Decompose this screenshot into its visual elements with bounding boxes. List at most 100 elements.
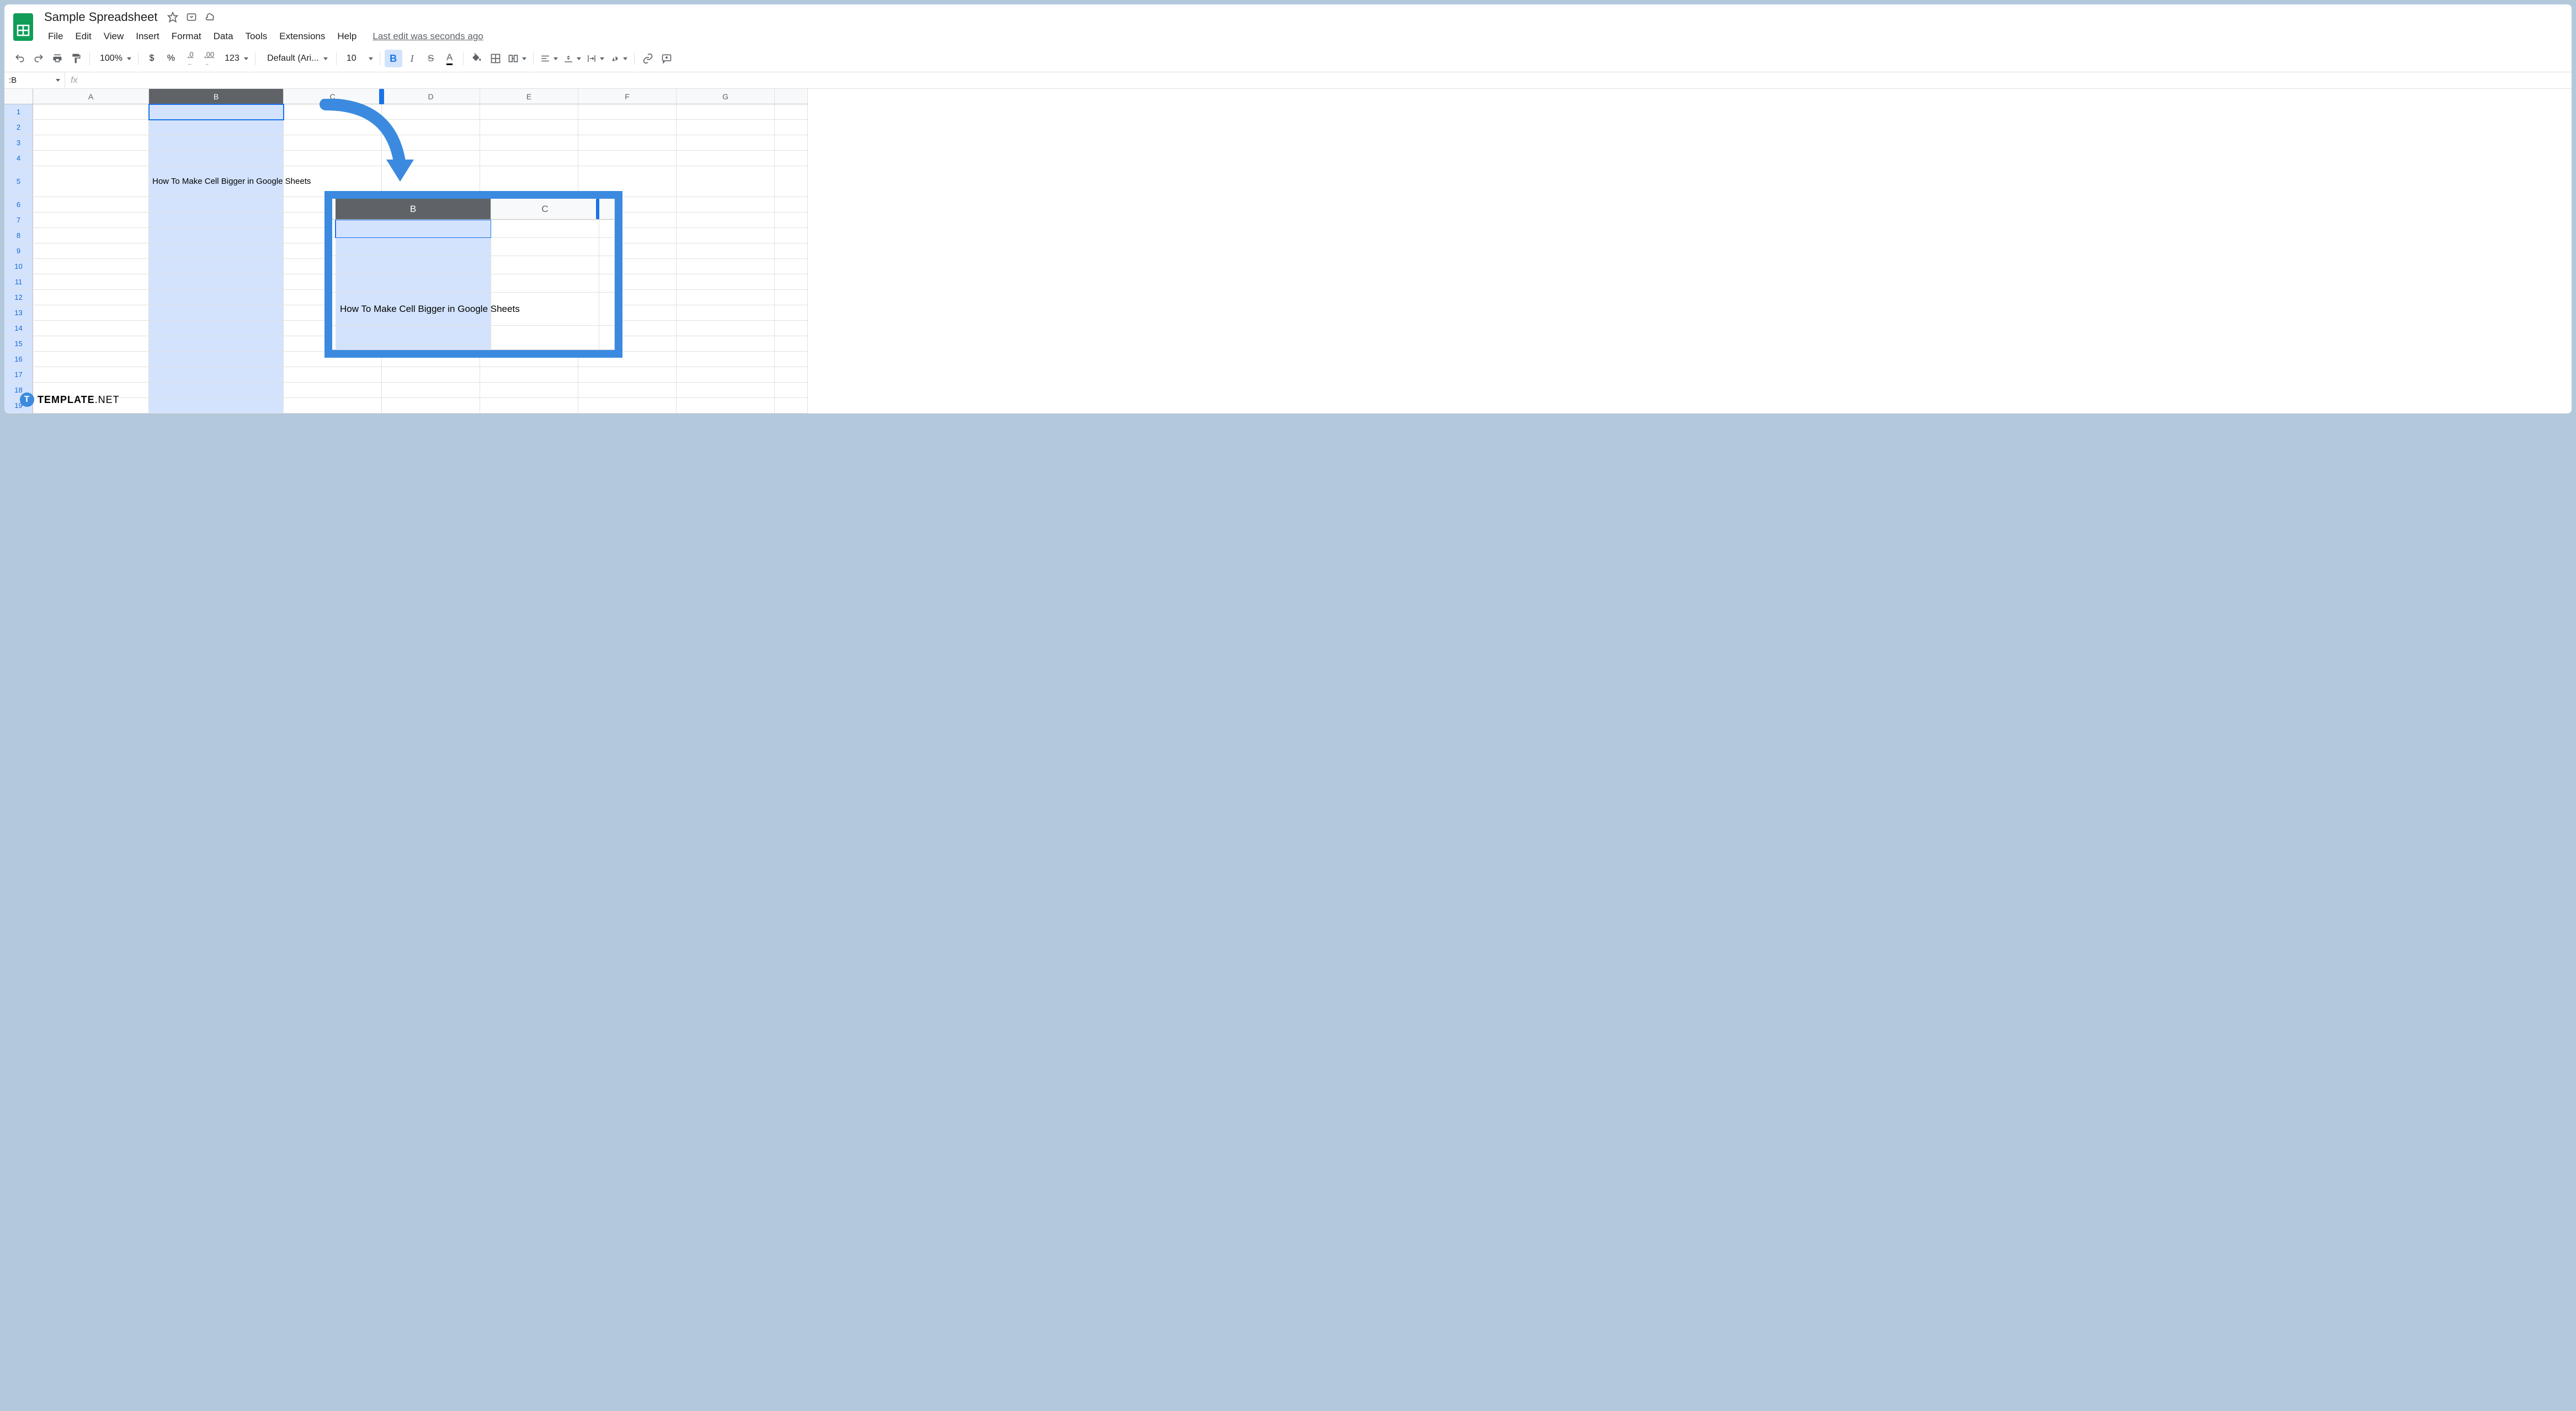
- row-header[interactable]: 1: [4, 104, 33, 120]
- menu-data[interactable]: Data: [207, 28, 239, 45]
- currency-button[interactable]: $: [143, 50, 161, 67]
- row-header[interactable]: 15: [4, 336, 33, 352]
- cell[interactable]: [578, 367, 677, 383]
- menu-file[interactable]: File: [42, 28, 69, 45]
- cell[interactable]: [775, 352, 808, 367]
- print-button[interactable]: [49, 50, 66, 67]
- cell[interactable]: [149, 305, 284, 321]
- cell[interactable]: [382, 383, 480, 398]
- cell[interactable]: [149, 243, 284, 259]
- cell[interactable]: [33, 290, 149, 305]
- cell[interactable]: [33, 352, 149, 367]
- row-header[interactable]: 3: [4, 135, 33, 151]
- cell[interactable]: [775, 367, 808, 383]
- row-header[interactable]: 13: [4, 305, 33, 321]
- cell[interactable]: [677, 352, 775, 367]
- cell[interactable]: [33, 336, 149, 352]
- insert-comment-button[interactable]: [658, 50, 675, 67]
- cell[interactable]: [382, 104, 480, 120]
- cell[interactable]: [677, 197, 775, 213]
- cell[interactable]: [775, 104, 808, 120]
- font-size-dropdown[interactable]: 10: [341, 50, 375, 67]
- cell[interactable]: [149, 398, 284, 413]
- cell-b1[interactable]: [149, 104, 284, 120]
- cell[interactable]: [284, 120, 382, 135]
- row-header[interactable]: 14: [4, 321, 33, 336]
- cell[interactable]: [33, 197, 149, 213]
- star-icon[interactable]: [167, 12, 178, 23]
- cell[interactable]: [149, 274, 284, 290]
- text-wrap-button[interactable]: [584, 50, 606, 67]
- row-header[interactable]: 5: [4, 166, 33, 197]
- cell[interactable]: [149, 367, 284, 383]
- cell[interactable]: [149, 352, 284, 367]
- cell[interactable]: [677, 135, 775, 151]
- cell[interactable]: [480, 135, 578, 151]
- col-header-f[interactable]: F: [578, 89, 677, 104]
- cell[interactable]: [775, 228, 808, 243]
- cell[interactable]: [284, 135, 382, 151]
- cell[interactable]: [578, 398, 677, 413]
- cell[interactable]: [33, 228, 149, 243]
- cell[interactable]: [149, 259, 284, 274]
- menu-format[interactable]: Format: [166, 28, 207, 45]
- spreadsheet-grid[interactable]: A B C D E F G 1 2: [4, 89, 2572, 413]
- cell[interactable]: [33, 259, 149, 274]
- cell[interactable]: [775, 135, 808, 151]
- cell[interactable]: [33, 166, 149, 197]
- cloud-status-icon[interactable]: [205, 12, 216, 23]
- cell[interactable]: [677, 120, 775, 135]
- cell[interactable]: [33, 305, 149, 321]
- cell[interactable]: [775, 120, 808, 135]
- cell[interactable]: [33, 135, 149, 151]
- col-header-g[interactable]: G: [677, 89, 775, 104]
- horizontal-align-button[interactable]: [538, 50, 560, 67]
- cell[interactable]: [149, 321, 284, 336]
- cell[interactable]: [480, 151, 578, 166]
- menu-help[interactable]: Help: [331, 28, 363, 45]
- row-header[interactable]: 17: [4, 367, 33, 383]
- cell[interactable]: [677, 336, 775, 352]
- strikethrough-button[interactable]: S: [422, 50, 440, 67]
- insert-link-button[interactable]: [639, 50, 657, 67]
- cell[interactable]: [578, 151, 677, 166]
- cell[interactable]: [149, 197, 284, 213]
- cell[interactable]: [677, 305, 775, 321]
- cell[interactable]: [677, 213, 775, 228]
- col-header-c[interactable]: C: [284, 89, 382, 104]
- row-header[interactable]: 12: [4, 290, 33, 305]
- cell[interactable]: [284, 367, 382, 383]
- menu-insert[interactable]: Insert: [130, 28, 166, 45]
- row-header[interactable]: 11: [4, 274, 33, 290]
- cell[interactable]: [284, 383, 382, 398]
- cell[interactable]: [382, 120, 480, 135]
- cell[interactable]: [677, 367, 775, 383]
- more-formats-button[interactable]: 123: [219, 50, 251, 67]
- cell[interactable]: [33, 151, 149, 166]
- cell[interactable]: [33, 274, 149, 290]
- cell[interactable]: [480, 120, 578, 135]
- move-icon[interactable]: [186, 12, 197, 23]
- cell[interactable]: [677, 290, 775, 305]
- row-header[interactable]: 6: [4, 197, 33, 213]
- cell[interactable]: [284, 151, 382, 166]
- cell[interactable]: [480, 367, 578, 383]
- last-edit-link[interactable]: Last edit was seconds ago: [372, 31, 483, 42]
- cell[interactable]: [775, 336, 808, 352]
- vertical-align-button[interactable]: [561, 50, 583, 67]
- cell[interactable]: [775, 321, 808, 336]
- cell[interactable]: [149, 336, 284, 352]
- cell[interactable]: [284, 104, 382, 120]
- cell[interactable]: [775, 383, 808, 398]
- cell[interactable]: [578, 120, 677, 135]
- menu-edit[interactable]: Edit: [69, 28, 97, 45]
- redo-button[interactable]: [30, 50, 47, 67]
- cell[interactable]: [578, 135, 677, 151]
- cell[interactable]: [677, 274, 775, 290]
- row-header[interactable]: 2: [4, 120, 33, 135]
- row-header[interactable]: 9: [4, 243, 33, 259]
- sheets-logo-icon[interactable]: [11, 11, 35, 43]
- cell[interactable]: [33, 213, 149, 228]
- name-box[interactable]: :B: [4, 72, 65, 88]
- cell[interactable]: [578, 383, 677, 398]
